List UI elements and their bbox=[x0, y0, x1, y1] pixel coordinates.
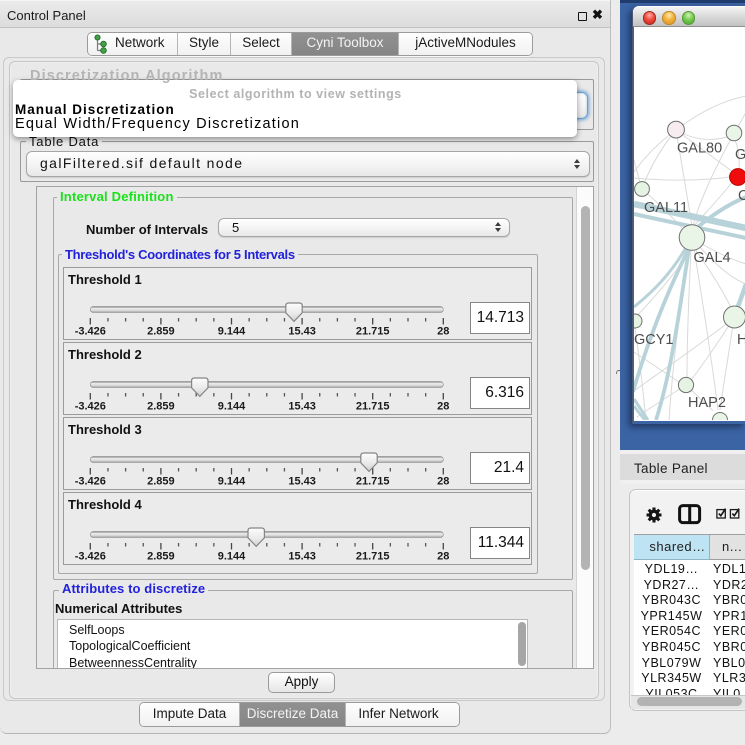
svg-text:-3.426: -3.426 bbox=[75, 476, 106, 488]
svg-text:21.715: 21.715 bbox=[356, 476, 390, 488]
svg-text:GCY1: GCY1 bbox=[634, 332, 674, 348]
svg-text:GAL11: GAL11 bbox=[644, 200, 688, 216]
svg-text:2.859: 2.859 bbox=[147, 326, 175, 338]
svg-text:9.144: 9.144 bbox=[218, 401, 246, 413]
svg-text:28: 28 bbox=[437, 476, 449, 488]
svg-text:2.859: 2.859 bbox=[147, 401, 175, 413]
svg-text:2.859: 2.859 bbox=[147, 476, 175, 488]
svg-text:H: H bbox=[737, 332, 745, 348]
svg-text:9.144: 9.144 bbox=[218, 551, 246, 563]
svg-text:GAL80: GAL80 bbox=[677, 141, 722, 157]
svg-text:GAL4: GAL4 bbox=[694, 250, 731, 266]
svg-text:9.144: 9.144 bbox=[218, 326, 246, 338]
svg-text:-3.426: -3.426 bbox=[75, 326, 106, 338]
svg-text:GA: GA bbox=[735, 147, 745, 163]
svg-text:9.144: 9.144 bbox=[218, 476, 246, 488]
svg-text:2.859: 2.859 bbox=[147, 551, 175, 563]
svg-text:28: 28 bbox=[437, 401, 449, 413]
svg-text:21.715: 21.715 bbox=[356, 326, 390, 338]
svg-text:C: C bbox=[738, 188, 745, 204]
svg-text:15.43: 15.43 bbox=[288, 551, 316, 563]
svg-text:21.715: 21.715 bbox=[356, 551, 390, 563]
svg-text:HAP2: HAP2 bbox=[688, 395, 726, 411]
svg-text:28: 28 bbox=[437, 551, 449, 563]
svg-text:28: 28 bbox=[437, 326, 449, 338]
svg-text:-3.426: -3.426 bbox=[75, 551, 106, 563]
svg-text:15.43: 15.43 bbox=[288, 326, 316, 338]
svg-text:-3.426: -3.426 bbox=[75, 401, 106, 413]
svg-text:15.43: 15.43 bbox=[288, 476, 316, 488]
svg-text:21.715: 21.715 bbox=[356, 401, 390, 413]
svg-text:15.43: 15.43 bbox=[288, 401, 316, 413]
